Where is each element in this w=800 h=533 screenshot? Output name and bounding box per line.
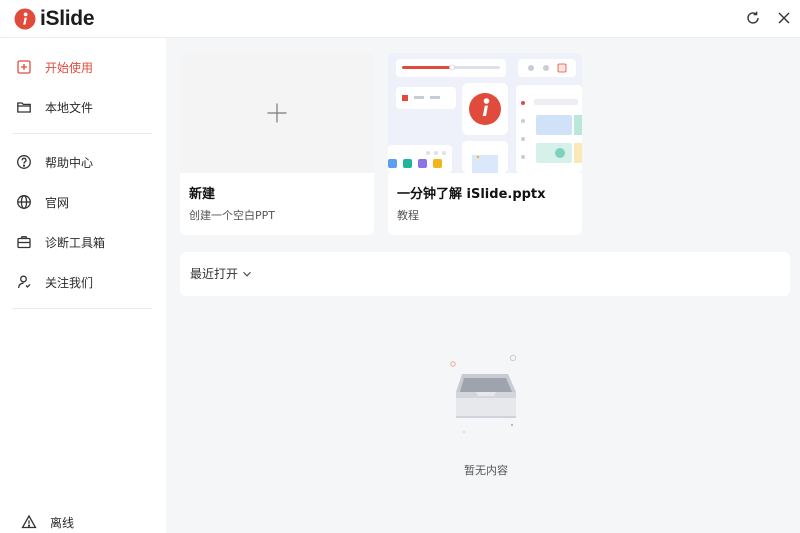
card-title: 一分钟了解 iSlide.pptx xyxy=(397,187,546,202)
offline-status[interactable]: 离线 xyxy=(17,507,157,533)
sidebar: 开始使用 本地文件 帮助中心 官网 诊断工具箱 关注我们 离线 xyxy=(0,38,166,533)
warning-icon xyxy=(20,513,38,531)
tutorial-card[interactable]: 一分钟了解 iSlide.pptx 教程 xyxy=(388,53,582,235)
close-button[interactable] xyxy=(775,9,793,27)
recent-files-label: 最近打开 xyxy=(190,267,239,281)
app-logo: iSlide xyxy=(14,6,95,32)
sidebar-item-follow-us[interactable]: 关注我们 xyxy=(12,267,152,297)
sidebar-item-local-files[interactable]: 本地文件 xyxy=(12,92,152,122)
empty-box-icon xyxy=(450,354,517,433)
islide-logo-icon xyxy=(14,8,36,30)
sidebar-item-label: 关注我们 xyxy=(45,275,94,290)
card-subtitle: 教程 xyxy=(397,209,419,222)
plus-icon xyxy=(267,103,287,123)
sidebar-item-help-center[interactable]: 帮助中心 xyxy=(12,147,152,177)
sidebar-item-website[interactable]: 官网 xyxy=(12,187,152,217)
sidebar-item-label: 官网 xyxy=(45,195,70,210)
question-circle-icon xyxy=(15,153,33,171)
card-subtitle: 创建一个空白PPT xyxy=(189,209,275,222)
recent-files-bar: 最近打开 xyxy=(180,252,790,296)
sidebar-item-label: 诊断工具箱 xyxy=(45,235,106,250)
toolbox-icon xyxy=(15,233,33,251)
user-icon xyxy=(15,273,33,291)
tutorial-thumbnail xyxy=(388,53,582,173)
sidebar-item-get-started[interactable]: 开始使用 xyxy=(12,52,152,82)
plus-square-icon xyxy=(15,58,33,76)
sidebar-item-diagnostic-toolbox[interactable]: 诊断工具箱 xyxy=(12,227,152,257)
empty-state-text: 暂无内容 xyxy=(464,464,508,477)
chevron-down-icon xyxy=(243,271,251,277)
app-name: iSlide xyxy=(40,7,95,30)
globe-icon xyxy=(15,193,33,211)
close-icon xyxy=(778,12,790,24)
sidebar-item-label: 开始使用 xyxy=(45,60,94,75)
sidebar-item-label: 帮助中心 xyxy=(45,155,94,170)
refresh-icon xyxy=(747,11,759,24)
title-bar: iSlide xyxy=(0,0,800,38)
sidebar-divider xyxy=(12,133,152,134)
sidebar-divider xyxy=(12,308,152,309)
empty-state: 暂无内容 xyxy=(166,348,800,488)
refresh-button[interactable] xyxy=(744,9,762,27)
new-presentation-card[interactable]: 新建 创建一个空白PPT xyxy=(180,53,374,235)
card-title: 新建 xyxy=(189,187,216,202)
sidebar-item-label: 本地文件 xyxy=(45,100,94,115)
offline-label: 离线 xyxy=(50,515,75,530)
new-card-thumbnail xyxy=(180,53,374,173)
recent-files-dropdown[interactable]: 最近打开 xyxy=(190,265,252,282)
main-content: 新建 创建一个空白PPT 一分钟了解 iSlide.pptx 教程 最近打开 暂… xyxy=(166,38,800,533)
folder-icon xyxy=(15,98,33,116)
